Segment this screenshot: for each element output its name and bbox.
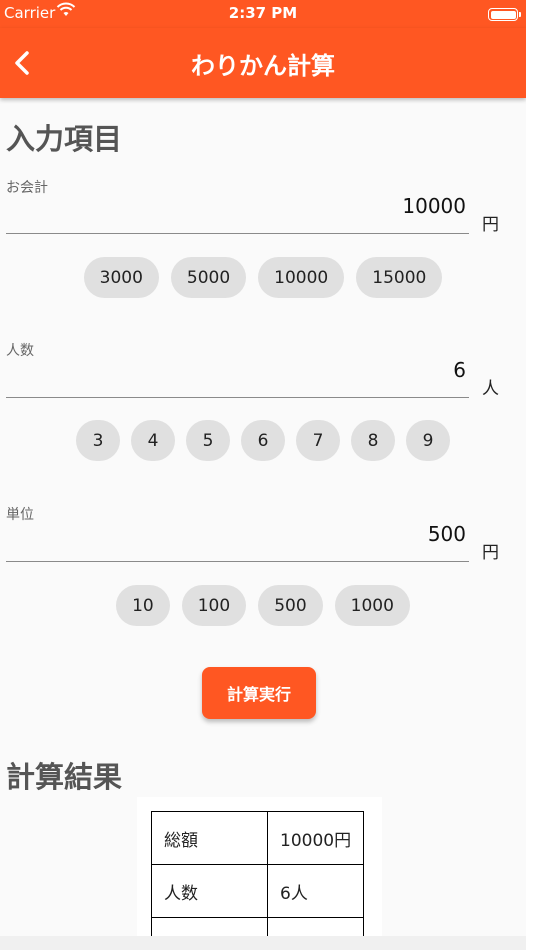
input-section-title: 入力項目 — [6, 122, 123, 156]
result-table-container: 総額 10000円 人数 6人 — [137, 797, 382, 936]
result-key: 人数 — [151, 864, 268, 918]
amount-chip-15000[interactable]: 15000 — [356, 257, 443, 298]
status-time: 2:37 PM — [228, 4, 298, 22]
unit-chip-500[interactable]: 500 — [258, 585, 323, 626]
battery-icon — [488, 8, 521, 21]
people-preset-chips: 3 4 5 6 7 8 9 — [0, 420, 526, 461]
result-key: 総額 — [151, 811, 268, 865]
people-chip-5[interactable]: 5 — [186, 420, 230, 461]
amount-chip-10000[interactable]: 10000 — [258, 257, 345, 298]
people-chip-7[interactable]: 7 — [296, 420, 340, 461]
amount-unit: 円 — [482, 215, 499, 235]
amount-chip-3000[interactable]: 3000 — [83, 257, 159, 298]
app-bar: わりかん計算 — [0, 28, 526, 98]
people-label: 人数 — [6, 343, 34, 359]
rounding-unit-label: 単位 — [6, 507, 34, 523]
table-row — [151, 917, 364, 936]
unit-chip-10[interactable]: 10 — [116, 585, 170, 626]
result-value-partial — [267, 917, 364, 936]
people-input[interactable]: 6 — [6, 358, 466, 382]
table-row: 人数 6人 — [151, 864, 364, 918]
rounding-unit-unit: 円 — [482, 543, 499, 563]
amount-input[interactable]: 10000 — [6, 194, 466, 218]
unit-chip-100[interactable]: 100 — [181, 585, 247, 626]
result-key-partial — [151, 917, 268, 936]
result-value: 6人 — [267, 864, 364, 918]
amount-chip-5000[interactable]: 5000 — [170, 257, 247, 298]
people-chip-4[interactable]: 4 — [131, 420, 175, 461]
people-unit: 人 — [482, 379, 499, 399]
result-section-title: 計算結果 — [6, 760, 123, 794]
result-value: 10000円 — [267, 811, 364, 865]
rounding-unit-input[interactable]: 500 — [6, 522, 466, 546]
bottom-edge — [0, 936, 526, 950]
result-table: 総額 10000円 人数 6人 — [151, 811, 364, 936]
app-screen: Carrier 2:37 PM わりかん計算 入力項目 お会計 10000 円 … — [0, 0, 526, 950]
amount-underline — [6, 233, 469, 234]
table-row: 総額 10000円 — [151, 811, 364, 865]
people-chip-3[interactable]: 3 — [76, 420, 120, 461]
people-chip-6[interactable]: 6 — [241, 420, 285, 461]
page-title: わりかん計算 — [191, 52, 335, 80]
rounding-unit-preset-chips: 10 100 500 1000 — [0, 585, 526, 626]
status-bar: Carrier 2:37 PM — [0, 0, 526, 28]
rounding-unit-underline — [6, 561, 469, 562]
people-chip-8[interactable]: 8 — [351, 420, 395, 461]
people-underline — [6, 397, 469, 398]
calculate-button[interactable]: 計算実行 — [202, 667, 316, 719]
amount-preset-chips: 3000 5000 10000 15000 — [0, 257, 526, 298]
people-chip-9[interactable]: 9 — [406, 420, 450, 461]
unit-chip-1000[interactable]: 1000 — [334, 585, 410, 626]
